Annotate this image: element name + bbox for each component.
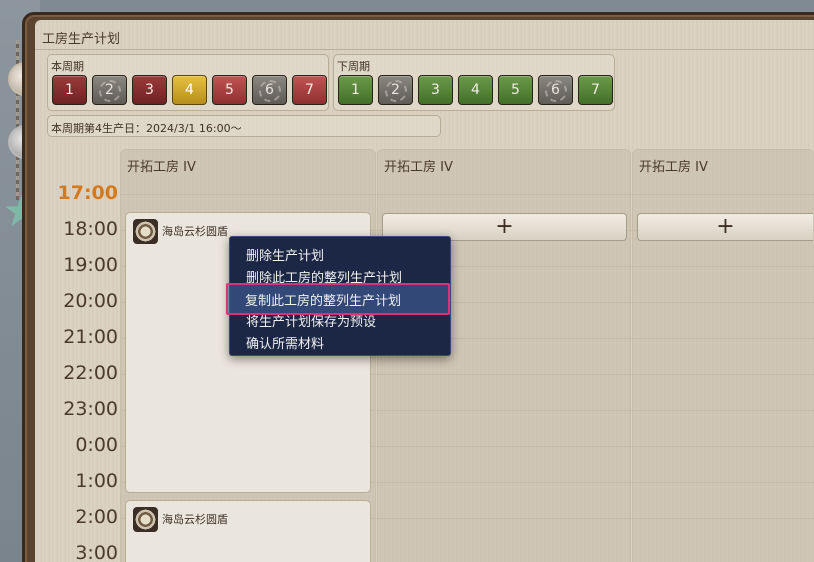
- time-label: 20:00: [63, 290, 118, 312]
- time-label: 2:00: [75, 506, 118, 528]
- shield-icon: [133, 507, 158, 532]
- menu-item-delete-plan[interactable]: 删除生产计划: [246, 245, 324, 264]
- next-week-selector: 下周期 1 2 3 4 5 6 7: [333, 54, 615, 111]
- window-title: 工房生产计划: [42, 32, 121, 47]
- next-week-day-4-button[interactable]: 4: [458, 75, 493, 105]
- workshop-column-header: 开拓工房 IV: [127, 160, 196, 175]
- time-label: 0:00: [75, 434, 118, 456]
- workshop-column-3: 开拓工房 IV +: [632, 149, 814, 562]
- time-axis: 17:00 18:00 19:00 20:00 21:00 22:00 23:0…: [40, 145, 120, 562]
- plan-item-name: 海岛云杉圆盾: [162, 513, 228, 526]
- time-label: 19:00: [63, 254, 118, 276]
- this-week-day-1-button[interactable]: 1: [52, 75, 87, 105]
- plus-icon: +: [495, 214, 514, 239]
- this-week-label: 本周期: [51, 60, 84, 73]
- this-week-day-7-button[interactable]: 7: [292, 75, 327, 105]
- time-label: 22:00: [63, 362, 118, 384]
- next-week-label: 下周期: [337, 60, 370, 73]
- menu-item-copy-column-plans[interactable]: 复制此工房的整列生产计划: [226, 283, 450, 315]
- this-week-day-6-button[interactable]: 6: [252, 75, 287, 105]
- workshop-column-header: 开拓工房 IV: [639, 160, 708, 175]
- next-week-day-1-button[interactable]: 1: [338, 75, 373, 105]
- production-plan-card[interactable]: 海岛云杉圆盾: [125, 500, 371, 562]
- plan-item-name: 海岛云杉圆盾: [162, 225, 228, 238]
- title-bar: 工房生产计划: [35, 20, 814, 50]
- time-label: 21:00: [63, 326, 118, 348]
- time-label: 18:00: [63, 218, 118, 240]
- add-plan-button[interactable]: +: [637, 213, 813, 241]
- time-label: 23:00: [63, 398, 118, 420]
- menu-item-label: 复制此工房的整列生产计划: [245, 294, 402, 309]
- this-week-day-5-button[interactable]: 5: [212, 75, 247, 105]
- this-week-day-4-button[interactable]: 4: [172, 75, 207, 105]
- menu-item-check-materials[interactable]: 确认所需材料: [246, 333, 324, 352]
- start-date-info: 本周期第4生产日：2024/3/1 16:00～: [47, 115, 441, 137]
- next-week-day-6-button[interactable]: 6: [538, 75, 573, 105]
- next-week-day-7-button[interactable]: 7: [578, 75, 613, 105]
- plus-icon: +: [716, 214, 735, 239]
- this-week-day-2-button[interactable]: 2: [92, 75, 127, 105]
- time-label-current: 17:00: [57, 182, 118, 204]
- workshop-column-header: 开拓工房 IV: [384, 160, 453, 175]
- next-week-day-5-button[interactable]: 5: [498, 75, 533, 105]
- next-week-day-3-button[interactable]: 3: [418, 75, 453, 105]
- shield-icon: [133, 219, 158, 244]
- this-week-selector: 本周期 1 2 3 4 5 6 7: [47, 54, 329, 111]
- time-label: 1:00: [75, 470, 118, 492]
- this-week-day-3-button[interactable]: 3: [132, 75, 167, 105]
- time-label: 3:00: [75, 542, 118, 562]
- next-week-day-2-button[interactable]: 2: [378, 75, 413, 105]
